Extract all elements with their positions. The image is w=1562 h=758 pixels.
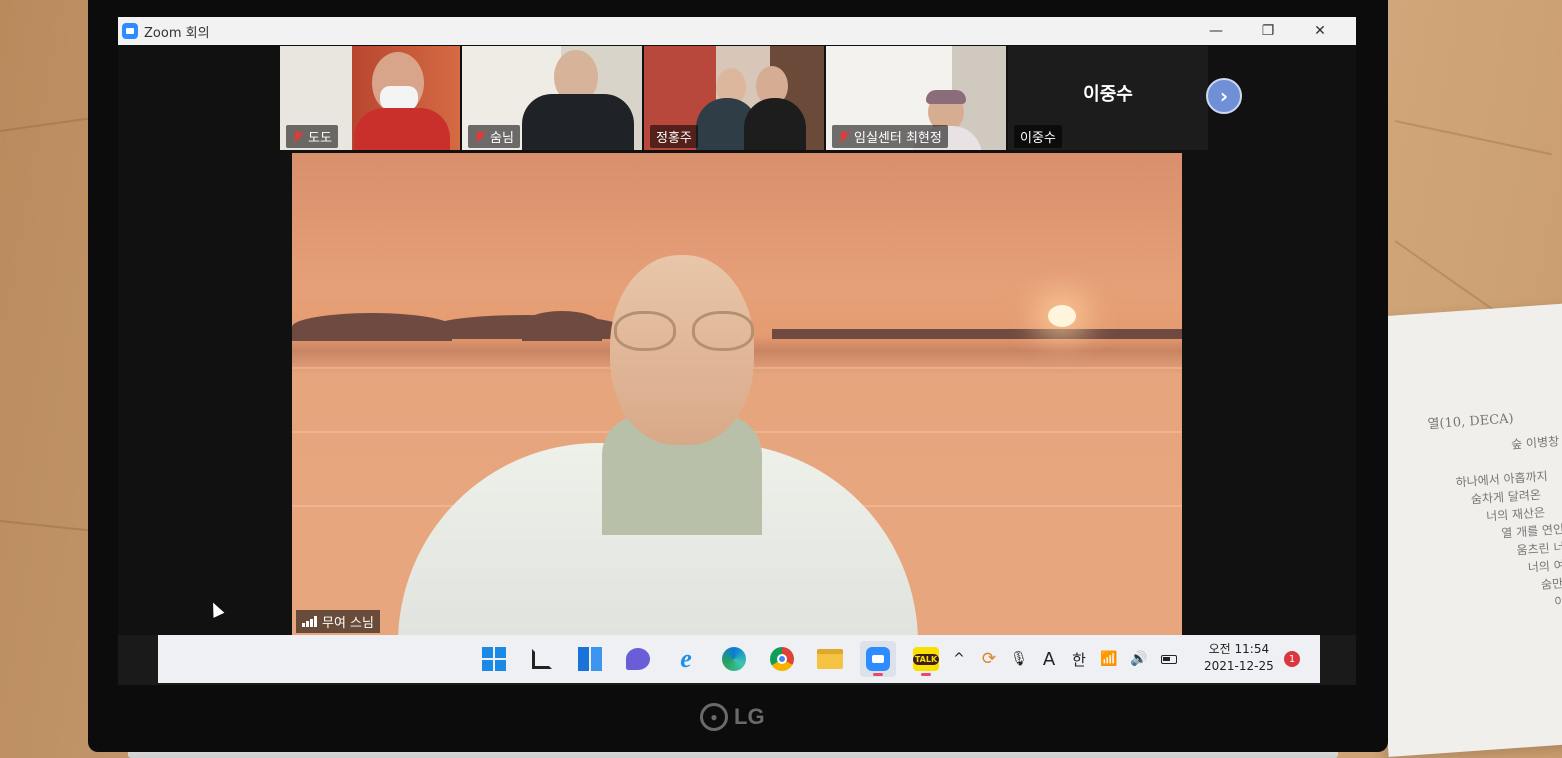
close-button[interactable]: ✕ xyxy=(1294,17,1346,45)
zoom-icon xyxy=(866,647,890,671)
participant-tile[interactable]: 정홍주 xyxy=(644,46,824,150)
participant-name: 도도 xyxy=(308,131,332,146)
wood-grain xyxy=(1394,120,1552,156)
widgets-button[interactable] xyxy=(572,641,608,677)
paper-line: 숲 이병창 xyxy=(1510,434,1560,452)
lg-brand-text: LG xyxy=(734,704,765,729)
background-hill xyxy=(522,311,602,341)
edge-button[interactable] xyxy=(716,641,752,677)
signal-strength-icon xyxy=(302,616,317,627)
internet-explorer-button[interactable]: e xyxy=(668,641,704,677)
lg-circle-icon: ● xyxy=(700,703,728,731)
window-title: Zoom 회의 xyxy=(144,25,210,41)
chrome-icon xyxy=(770,647,794,671)
paper-line: 열(10, DECA) xyxy=(1427,411,1515,433)
participant-strip: 도도 숨님 정홍주 임실센터 최현정 이중수 이중수 xyxy=(280,46,1208,150)
participant-label: 숨님 xyxy=(468,125,520,148)
paper-line: 움츠린 너 xyxy=(1516,540,1562,558)
participant-label: 이중수 xyxy=(1014,125,1062,148)
next-page-button[interactable]: › xyxy=(1206,78,1242,114)
participant-label: 도도 xyxy=(286,125,338,148)
folder-icon xyxy=(817,649,843,669)
chrome-button[interactable] xyxy=(764,641,800,677)
sun xyxy=(1048,305,1076,327)
task-view-button[interactable] xyxy=(524,641,560,677)
windows-logo-icon xyxy=(482,647,506,671)
system-tray: ^ ⟳ 🎙 A 한 📶 🔊 xyxy=(950,635,1178,683)
show-hidden-icons-button[interactable]: ^ xyxy=(950,651,968,667)
minimize-button[interactable]: — xyxy=(1190,17,1242,45)
restore-button[interactable]: ❐ xyxy=(1242,17,1294,45)
kakaotalk-button[interactable]: TALK xyxy=(908,641,944,677)
participant-label: 임실센터 최현정 xyxy=(832,125,948,148)
zoom-taskbar-button[interactable] xyxy=(860,641,896,677)
wifi-icon[interactable]: 📶 xyxy=(1100,651,1118,667)
input-mode-indicator[interactable]: A xyxy=(1040,649,1058,670)
speaker-name: 무여 스님 xyxy=(322,616,374,631)
teams-chat-button[interactable] xyxy=(620,641,656,677)
background-shoreline xyxy=(772,329,1182,339)
mouse-cursor-icon xyxy=(207,600,225,618)
mic-muted-icon xyxy=(292,130,304,143)
participant-tile[interactable]: 도도 xyxy=(280,46,460,150)
clock-time: 오전 11:54 xyxy=(1208,642,1270,656)
paper-line: 너의 여 xyxy=(1527,558,1562,575)
running-indicator xyxy=(873,673,883,676)
task-view-icon xyxy=(532,649,552,669)
participant-tile-no-video[interactable]: 이중수 이중수 xyxy=(1008,46,1208,150)
file-explorer-button[interactable] xyxy=(812,641,848,677)
speaker-label: 무여 스님 xyxy=(296,610,380,633)
participant-label: 정홍주 xyxy=(650,125,698,148)
active-speaker-video[interactable]: 무여 스님 xyxy=(292,153,1182,635)
window-controls: — ❐ ✕ xyxy=(1190,17,1346,45)
participant-display-name: 이중수 xyxy=(1083,84,1133,105)
participant-name: 정홍주 xyxy=(656,131,692,146)
participant-tile[interactable]: 임실센터 최현정 xyxy=(826,46,1006,150)
poem-paper: 열(10, DECA) 숲 이병창 하나에서 아홉까지 숨차게 달려온 너의 재… xyxy=(1358,301,1562,757)
widgets-icon xyxy=(578,647,602,671)
volume-icon[interactable]: 🔊 xyxy=(1130,651,1148,667)
chevron-right-icon: › xyxy=(1219,84,1229,108)
laptop-screen: Zoom 회의 — ❐ ✕ 도도 숨님 정홍주 임실센터 최현정 이중수 이중수… xyxy=(118,17,1356,685)
participant-name: 이중수 xyxy=(1020,131,1056,146)
participant-name: 임실센터 최현정 xyxy=(854,131,942,146)
participant-tile[interactable]: 숨님 xyxy=(462,46,642,150)
sync-icon[interactable]: ⟳ xyxy=(980,649,998,669)
microphone-icon[interactable]: 🎙 xyxy=(1010,651,1028,667)
background-hill xyxy=(292,313,452,341)
battery-icon[interactable] xyxy=(1160,654,1178,664)
speaker-glasses xyxy=(614,311,756,351)
lg-logo: ● LG xyxy=(700,700,780,734)
windows-taskbar: e TALK ^ ⟳ 🎙 A 한 📶 🔊 오전 11:54 2021-12-25… xyxy=(158,635,1320,683)
start-button[interactable] xyxy=(476,641,512,677)
taskbar-clock[interactable]: 오전 11:54 2021-12-25 xyxy=(1204,641,1274,675)
internet-explorer-icon: e xyxy=(680,644,692,673)
clock-date: 2021-12-25 xyxy=(1204,659,1274,673)
kakaotalk-icon: TALK xyxy=(912,647,940,671)
running-indicator xyxy=(921,673,931,676)
wood-grain xyxy=(0,520,90,532)
edge-icon xyxy=(722,647,746,671)
paper-line: 숨만 xyxy=(1540,576,1562,592)
ime-indicator[interactable]: 한 xyxy=(1070,649,1088,670)
paper-line: 이 xyxy=(1553,594,1562,609)
notification-badge[interactable]: 1 xyxy=(1284,651,1300,667)
chat-icon xyxy=(626,648,650,670)
participant-name: 숨님 xyxy=(490,131,514,146)
mic-muted-icon xyxy=(838,130,850,143)
zoom-app-icon xyxy=(122,23,138,39)
wood-grain xyxy=(0,117,90,132)
mic-muted-icon xyxy=(474,130,486,143)
taskbar-pinned-apps: e TALK xyxy=(476,635,944,683)
meeting-area: 도도 숨님 정홍주 임실센터 최현정 이중수 이중수 › 무여 스님 xyxy=(118,45,1356,635)
zoom-titlebar[interactable]: Zoom 회의 — ❐ ✕ xyxy=(118,17,1356,45)
